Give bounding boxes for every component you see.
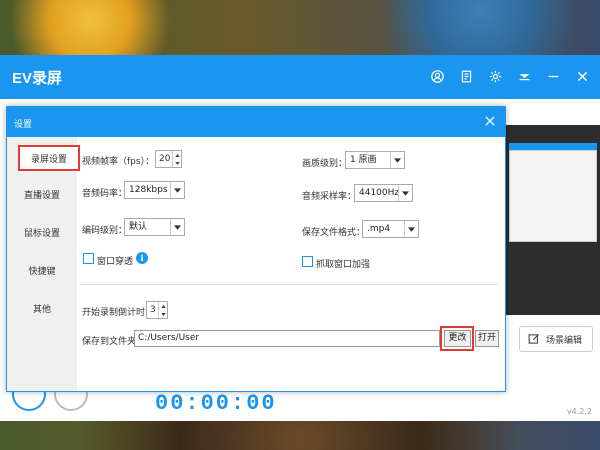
- sample-rate-value: 44100Hz: [359, 188, 400, 198]
- change-button-highlight: [440, 326, 474, 351]
- app-header: EV录屏: [0, 55, 600, 99]
- scene-edit-button[interactable]: 场景编辑: [519, 326, 593, 352]
- countdown-label: 开始录制倒计时：: [82, 308, 155, 318]
- save-folder-input[interactable]: C:/Users/User: [134, 330, 440, 347]
- capture-enhance-label: 抓取窗口加强: [316, 260, 371, 270]
- dialog-header: 设置: [7, 107, 505, 137]
- chevron-down-icon: [398, 185, 412, 201]
- encode-level-select[interactable]: 默认: [124, 218, 185, 236]
- info-icon[interactable]: i: [136, 252, 148, 264]
- record-timer: 00:00:00: [155, 391, 277, 416]
- chevron-down-icon: [170, 219, 184, 235]
- audio-bitrate-label: 音频码率：: [82, 189, 128, 199]
- fps-label: 视频帧率（fps）：: [82, 157, 155, 167]
- sidebar-item-hotkeys[interactable]: 快捷键: [7, 259, 77, 285]
- settings-dialog: 设置 录屏设置 直播设置 鼠标设置 快捷键 其他: [6, 106, 506, 392]
- preview-panel: [505, 125, 600, 315]
- quality-label: 画质级别：: [302, 159, 348, 169]
- preview-bar: [509, 143, 597, 150]
- chevron-down-icon: [404, 221, 418, 237]
- fps-spin-buttons[interactable]: [172, 151, 181, 167]
- countdown-spin-buttons[interactable]: [158, 302, 167, 318]
- quality-value: 1 原画: [350, 155, 377, 165]
- sidebar-item-live-settings[interactable]: 直播设置: [7, 183, 77, 209]
- chevron-up-icon[interactable]: [159, 302, 167, 310]
- open-folder-button[interactable]: 打开: [475, 330, 499, 347]
- app-title: EV录屏: [12, 70, 63, 87]
- countdown-stepper[interactable]: 3: [146, 301, 168, 319]
- window-through-label: 窗口穿透: [97, 257, 134, 267]
- audio-bitrate-value: 128kbps: [129, 185, 168, 195]
- gear-icon[interactable]: [487, 68, 503, 84]
- chevron-down-icon[interactable]: [173, 159, 181, 167]
- encode-level-label: 编码级别：: [82, 226, 128, 236]
- fps-stepper[interactable]: 20: [155, 150, 182, 168]
- user-icon[interactable]: [429, 68, 445, 84]
- window-through-checkbox[interactable]: [83, 253, 94, 264]
- chevron-down-icon: [390, 152, 404, 168]
- list-icon[interactable]: [458, 68, 474, 84]
- sample-rate-label: 音频采样率：: [302, 192, 357, 202]
- sample-rate-select[interactable]: 44100Hz: [354, 184, 413, 202]
- sidebar-item-mouse-settings[interactable]: 鼠标设置: [7, 221, 77, 247]
- file-format-label: 保存文件格式：: [302, 228, 366, 238]
- file-format-value: .mp4: [367, 224, 391, 234]
- countdown-value: 3: [150, 305, 156, 315]
- chevron-down-icon: [170, 182, 184, 198]
- minimize-to-tray-icon[interactable]: [516, 68, 532, 84]
- fps-value: 20: [159, 154, 171, 164]
- audio-bitrate-select[interactable]: 128kbps: [124, 181, 185, 199]
- dialog-title: 设置: [14, 120, 33, 130]
- quality-select[interactable]: 1 原画: [345, 151, 405, 169]
- settings-sidebar: 录屏设置 直播设置 鼠标设置 快捷键 其他: [7, 137, 80, 391]
- minimize-icon[interactable]: [545, 68, 561, 84]
- capture-enhance-checkbox[interactable]: [302, 256, 313, 267]
- section-divider: [80, 284, 498, 285]
- close-icon[interactable]: [483, 114, 497, 128]
- file-format-select[interactable]: .mp4: [362, 220, 419, 238]
- preview-thumbnail: [509, 150, 597, 242]
- sidebar-item-record-settings[interactable]: 录屏设置: [18, 145, 80, 171]
- chevron-up-icon[interactable]: [173, 151, 181, 159]
- version-label: v4.2.2: [566, 407, 592, 416]
- header-icons: [429, 68, 590, 84]
- sidebar-item-other[interactable]: 其他: [7, 297, 77, 323]
- close-icon[interactable]: [574, 68, 590, 84]
- scene-edit-label: 场景编辑: [546, 335, 583, 346]
- encode-level-value: 默认: [129, 222, 148, 232]
- edit-icon: [528, 334, 539, 344]
- chevron-down-icon[interactable]: [159, 310, 167, 318]
